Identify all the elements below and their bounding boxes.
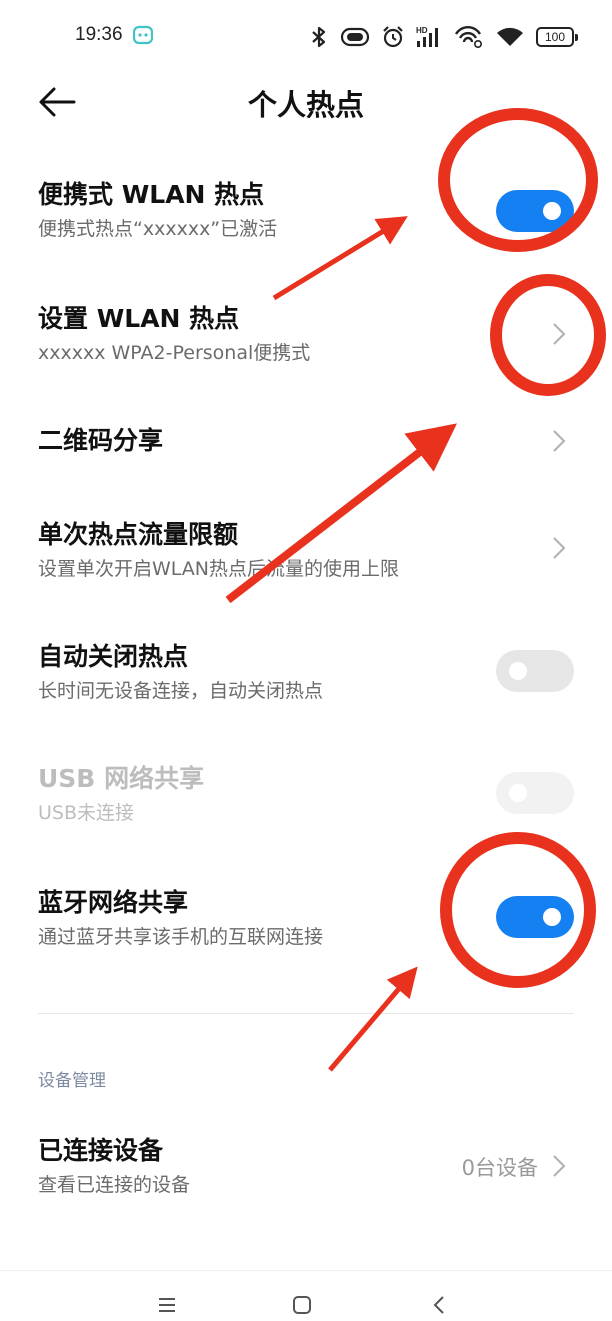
connected-devices-row[interactable]: 已连接设备 查看已连接的设备 0台设备: [38, 1134, 574, 1204]
chevron-right-icon: [553, 1155, 566, 1177]
setup-hotspot-row[interactable]: 设置 WLAN 热点 xxxxxx WPA2-Personal便携式: [38, 302, 574, 372]
toggle-knob: [543, 908, 561, 926]
auto-off-subtitle: 长时间无设备连接，自动关闭热点: [38, 680, 324, 702]
status-bar: 19:36 HD 100: [0, 0, 612, 72]
network-label: HD: [416, 26, 428, 35]
home-button[interactable]: [290, 1293, 314, 1317]
section-label-device-management: 设备管理: [38, 1071, 106, 1091]
data-limit-title: 单次热点流量限额: [38, 520, 239, 549]
bt-tether-subtitle: 通过蓝牙共享该手机的互联网连接: [38, 926, 324, 948]
setup-hotspot-title: 设置 WLAN 热点: [38, 304, 240, 333]
bt-tether-row[interactable]: 蓝牙网络共享 通过蓝牙共享该手机的互联网连接: [38, 886, 574, 956]
home-icon: [293, 1296, 311, 1314]
data-limit-row[interactable]: 单次热点流量限额 设置单次开启WLAN热点后流量的使用上限: [38, 518, 574, 588]
menu-icon: [159, 1298, 175, 1312]
qr-share-row[interactable]: 二维码分享: [38, 424, 574, 464]
alarm-icon: [382, 25, 404, 49]
toggle-knob: [509, 662, 527, 680]
portable-hotspot-toggle[interactable]: [496, 190, 574, 232]
navigation-bar: [0, 1270, 612, 1320]
wifi-icon: [496, 26, 524, 48]
page-title: 个人热点: [247, 88, 364, 122]
connected-devices-count: 0台设备: [461, 1156, 538, 1180]
usb-tether-subtitle: USB未连接: [38, 802, 135, 824]
menu-button[interactable]: [155, 1293, 179, 1317]
toggle-knob: [509, 784, 527, 802]
signal-hd-icon: HD: [416, 25, 442, 49]
auto-off-title: 自动关闭热点: [38, 642, 189, 671]
usb-tether-title: USB 网络共享: [38, 764, 205, 793]
bluetooth-icon: [310, 25, 328, 49]
auto-off-toggle[interactable]: [496, 650, 574, 692]
portable-hotspot-subtitle: 便携式热点“xxxxxx”已激活: [38, 218, 278, 240]
toggle-knob: [543, 202, 561, 220]
annotation-arrow: [328, 966, 418, 1072]
battery-icon: 100: [536, 27, 578, 47]
chevron-right-icon: [553, 430, 566, 452]
usb-tether-toggle: [496, 772, 574, 814]
usb-tether-row: USB 网络共享 USB未连接: [38, 762, 574, 832]
chevron-right-icon: [553, 537, 566, 559]
app-notification-icon: [132, 25, 154, 45]
portable-hotspot-row[interactable]: 便携式 WLAN 热点 便携式热点“xxxxxx”已激活: [38, 178, 574, 248]
divider: [38, 1013, 574, 1014]
vibrate-icon: [340, 26, 370, 48]
status-time: 19:36: [75, 24, 123, 45]
bt-tether-toggle[interactable]: [496, 896, 574, 938]
back-icon: [433, 1296, 444, 1314]
portable-hotspot-title: 便携式 WLAN 热点: [38, 180, 265, 209]
wifi-call-icon: [454, 25, 484, 49]
data-limit-subtitle: 设置单次开启WLAN热点后流量的使用上限: [38, 558, 400, 580]
setup-hotspot-subtitle: xxxxxx WPA2-Personal便携式: [38, 342, 311, 364]
chevron-right-icon: [553, 323, 566, 345]
bt-tether-title: 蓝牙网络共享: [38, 888, 189, 917]
nav-back-button[interactable]: [428, 1293, 452, 1317]
auto-off-row[interactable]: 自动关闭热点 长时间无设备连接，自动关闭热点: [38, 640, 574, 710]
status-icons: HD 100: [310, 22, 578, 52]
header: 个人热点: [0, 72, 612, 132]
qr-share-title: 二维码分享: [38, 426, 164, 455]
